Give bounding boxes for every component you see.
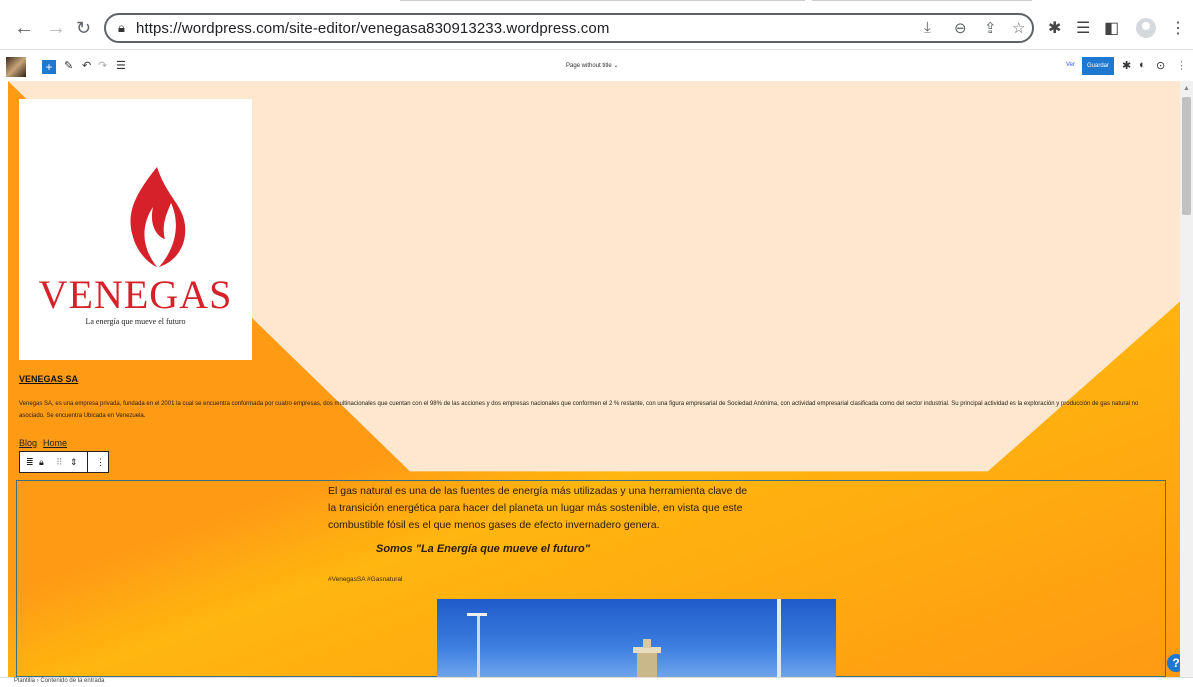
more-options-icon[interactable]: ⋮	[96, 457, 105, 468]
gas-plant-image[interactable]	[437, 599, 836, 677]
forward-icon[interactable]: →	[46, 18, 66, 38]
editor-footer	[0, 677, 1193, 687]
intro-paragraph[interactable]: El gas natural es una de las fuentes de …	[328, 483, 748, 534]
extensions-icon[interactable]: ✱	[1048, 18, 1061, 38]
share-icon[interactable]: ⇪	[984, 19, 997, 37]
list-view-icon[interactable]: ☰	[116, 59, 126, 72]
move-up-down-icon[interactable]: ⇕	[70, 457, 78, 468]
nav-link-home[interactable]: Home	[43, 438, 67, 448]
flame-icon	[130, 167, 186, 267]
profile-icon[interactable]	[1136, 18, 1156, 38]
breadcrumb-template[interactable]: Plantilla	[14, 678, 35, 684]
address-bar[interactable]: 🔒︎ https://wordpress.com/site-editor/ven…	[104, 13, 1034, 43]
gear-icon[interactable]: ✱	[1122, 59, 1131, 72]
editor-canvas[interactable]: VENEGAS La energía que mueve el futuro V…	[8, 81, 1180, 677]
breadcrumb: Plantilla › Contenido de la entrada	[14, 678, 104, 684]
navigation: Blog Home	[19, 438, 73, 448]
lock-icon[interactable]: 🔒︎	[39, 457, 44, 468]
scroll-up-icon[interactable]: ▲	[1183, 85, 1190, 92]
brand-name: VENEGAS	[38, 272, 233, 317]
block-toolbar: ≣ 🔒︎ ⠿ ⇕ ⋮	[19, 451, 109, 473]
site-logo[interactable]: VENEGAS La energía que mueve el futuro	[19, 99, 252, 360]
breadcrumb-post-content[interactable]: Contenido de la entrada	[40, 678, 104, 684]
document-title[interactable]: Page without title ⌄	[566, 62, 618, 69]
gas-plant-illustration	[467, 599, 781, 677]
info-icon[interactable]: ⊙	[1156, 59, 1165, 72]
reading-list-icon[interactable]: ☰	[1076, 18, 1090, 38]
drag-handle-icon[interactable]: ⠿	[56, 457, 63, 468]
breadcrumb-separator: ›	[36, 678, 39, 684]
add-block-button[interactable]: +	[42, 60, 56, 74]
lock-icon[interactable]: 🔒︎	[118, 20, 125, 36]
redo-icon[interactable]: ↷	[98, 59, 107, 72]
site-icon[interactable]	[6, 57, 26, 77]
zoom-icon[interactable]: ⊖	[954, 19, 967, 37]
view-button[interactable]: Ver	[1066, 62, 1075, 68]
url-text: https://wordpress.com/site-editor/venega…	[136, 20, 610, 37]
site-title[interactable]: VENEGAS SA	[19, 374, 78, 384]
nav-link-blog[interactable]: Blog	[19, 438, 37, 448]
side-panel-icon[interactable]: ◧	[1104, 18, 1119, 38]
menu-icon[interactable]: ⋮	[1170, 18, 1186, 38]
chevron-down-icon: ⌄	[613, 63, 619, 69]
slogan[interactable]: Somos "La Energía que mueve el futuro"	[376, 543, 590, 555]
styles-icon[interactable]: ◐	[1139, 59, 1146, 71]
options-icon[interactable]: ⋮	[1176, 59, 1187, 72]
undo-icon[interactable]: ↶	[82, 59, 91, 72]
reload-icon[interactable]: ↻	[76, 18, 91, 38]
site-description[interactable]: Venegas SA, es una empresa privada, fund…	[19, 398, 1159, 422]
save-button[interactable]: Guardar	[1082, 57, 1114, 75]
tab-strip	[0, 0, 1193, 10]
install-icon[interactable]: ⤓	[924, 19, 931, 36]
scrollbar-thumb[interactable]	[1182, 97, 1191, 215]
star-icon[interactable]: ☆	[1012, 19, 1025, 37]
brand-tagline: La energía que mueve el futuro	[85, 317, 186, 326]
navigation-block-icon[interactable]: ≣	[26, 457, 34, 468]
back-icon[interactable]: ←	[14, 18, 34, 38]
edit-icon[interactable]: ✎	[64, 59, 73, 72]
hashtags[interactable]: #VenegasSA #Gasnatural	[328, 576, 402, 583]
